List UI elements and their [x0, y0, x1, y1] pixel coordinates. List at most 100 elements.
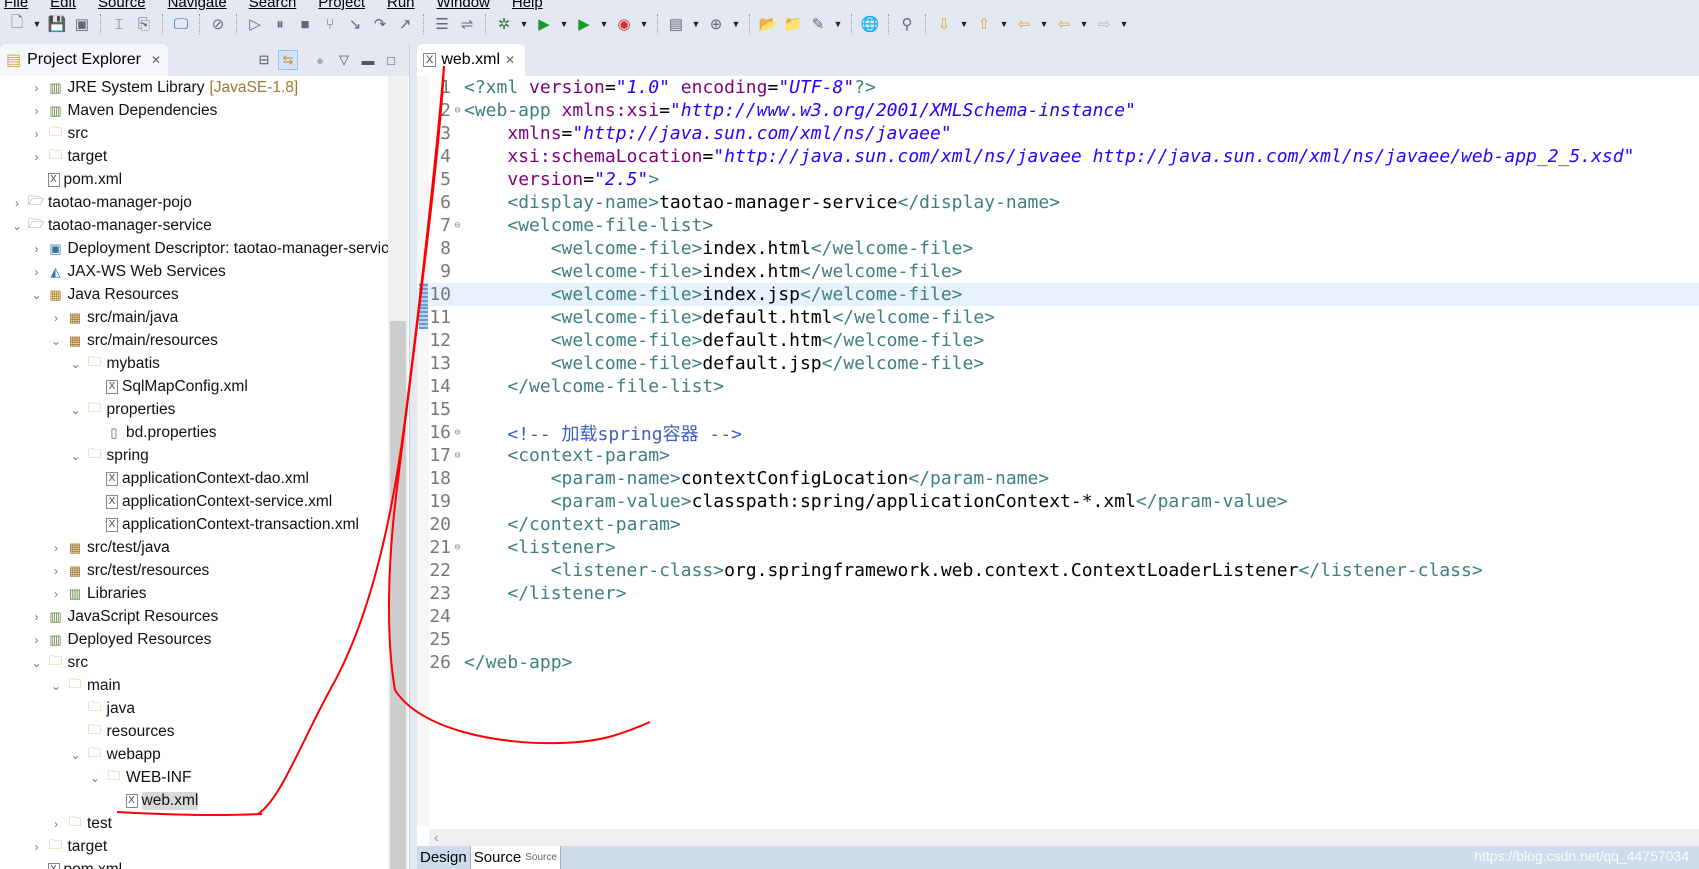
dropdown-arrow-icon[interactable]: ▼	[730, 13, 742, 35]
chevron-down-icon[interactable]: ⌄	[30, 288, 44, 302]
close-tab-icon[interactable]: ✕	[151, 53, 161, 67]
open-project-icon[interactable]: 📁	[782, 13, 804, 35]
dropdown-arrow-icon[interactable]: ▼	[518, 13, 530, 35]
tree-item[interactable]: ⌄ 🗀 spring	[69, 444, 148, 467]
chevron-down-icon[interactable]: ⌄	[69, 403, 83, 417]
open-folder-icon[interactable]: 📂	[757, 13, 779, 35]
code-line[interactable]: 15	[417, 398, 1699, 421]
link-with-editor-icon[interactable]: ⇆	[278, 50, 298, 70]
new-server-icon[interactable]: ▤	[665, 13, 687, 35]
chevron-right-icon[interactable]: ›	[30, 127, 44, 141]
explorer-scrollbar[interactable]	[388, 76, 408, 869]
maximize-icon[interactable]: □	[381, 50, 401, 70]
chevron-down-icon[interactable]: ⌄	[69, 449, 83, 463]
new-icon[interactable]: 🗋	[6, 13, 28, 35]
resume-icon[interactable]: ▷	[244, 13, 266, 35]
chevron-right-icon[interactable]: ›	[30, 81, 44, 95]
tree-item[interactable]: ⌄ 🗀 properties	[69, 398, 175, 421]
tree-item[interactable]: ⌄ ▦ Java Resources	[30, 283, 178, 306]
terminate-icon[interactable]: ■	[294, 13, 316, 35]
chevron-right-icon[interactable]: ›	[49, 587, 63, 601]
prev-annotation-icon[interactable]: ⇧	[973, 13, 995, 35]
code-line[interactable]: 16 ⊖ <!-- 加载spring容器 -->	[417, 421, 1699, 445]
chevron-right-icon[interactable]: ›	[49, 817, 63, 831]
code-line[interactable]: 12 <welcome-file> default.htm </welcome-fi…	[417, 329, 1699, 352]
tree-item[interactable]: ▯ bd.properties	[88, 421, 216, 444]
build-icon[interactable]: ✎	[807, 13, 829, 35]
dropdown-arrow-icon[interactable]: ▼	[690, 13, 702, 35]
tree-item[interactable]: ⌄ 🗀 src	[30, 651, 88, 674]
tree-item[interactable]: › ▣ Deployment Descriptor: taotao-manager-…	[30, 237, 389, 260]
tree-item[interactable]: › ◭ JAX-WS Web Services	[30, 260, 226, 283]
chevron-right-icon[interactable]: ›	[30, 265, 44, 279]
chevron-down-icon[interactable]: ⌄	[10, 219, 24, 233]
code-line[interactable]: 24	[417, 605, 1699, 628]
code-line[interactable]: 3 xmlns = "http://java.sun.com/xml/ns/java…	[417, 122, 1699, 145]
tree-item[interactable]: › 🗀 target	[30, 835, 108, 858]
code-line[interactable]: 25	[417, 628, 1699, 651]
code-line[interactable]: 17 ⊖ <context-param>	[417, 444, 1699, 467]
tree-item[interactable]: XapplicationContext-dao.xml	[88, 467, 309, 490]
tree-item[interactable]: › ▥ Maven Dependencies	[30, 99, 218, 122]
close-tab-icon[interactable]: ✕	[505, 53, 515, 67]
tree-item[interactable]: › 🗀 target	[30, 145, 108, 168]
dropdown-arrow-icon[interactable]: ▼	[1078, 13, 1090, 35]
code-line[interactable]: 2 ⊖ <web-app xmlns:xsi = "http://www.w3.org/…	[417, 99, 1699, 122]
dropdown-arrow-icon[interactable]: ▼	[958, 13, 970, 35]
bottom-tab-source[interactable]: Source Source	[470, 846, 561, 869]
save-all-icon[interactable]: ▣	[71, 13, 93, 35]
open-resource-icon[interactable]: ⎘	[133, 13, 155, 35]
step-into-icon[interactable]: ↘	[344, 13, 366, 35]
forward-icon[interactable]: ⇨	[1093, 13, 1115, 35]
code-line[interactable]: 7 ⊖ <welcome-file-list>	[417, 214, 1699, 237]
fold-toggle-icon[interactable]: ⊖	[451, 427, 464, 438]
dropdown-arrow-icon[interactable]: ▼	[638, 13, 650, 35]
chevron-down-icon[interactable]: ⌄	[49, 679, 63, 693]
code-line[interactable]: 14 </welcome-file-list>	[417, 375, 1699, 398]
code-line[interactable]: 22 <listener-class> org.springframework.w…	[417, 559, 1699, 582]
dropdown-arrow-icon[interactable]: ▼	[558, 13, 570, 35]
code-line[interactable]: 18 <param-name> contextConfigLocation </pa…	[417, 467, 1699, 490]
chevron-right-icon[interactable]: ›	[30, 840, 44, 854]
chevron-right-icon[interactable]: ›	[30, 633, 44, 647]
code-line[interactable]: 9 <welcome-file> index.htm </welcome-file>	[417, 260, 1699, 283]
fold-toggle-icon[interactable]: ⊖	[451, 450, 464, 461]
code-line[interactable]: 19 <param-value> classpath:spring/applica…	[417, 490, 1699, 513]
chevron-down-icon[interactable]: ⌄	[49, 334, 63, 348]
scrollbar-thumb[interactable]	[390, 321, 406, 869]
tree-item[interactable]: › ▦ src/test/resources	[49, 559, 209, 582]
chevron-right-icon[interactable]: ›	[30, 242, 44, 256]
chevron-right-icon[interactable]: ›	[30, 150, 44, 164]
back-icon[interactable]: ⇦	[1053, 13, 1075, 35]
filters-icon[interactable]: ●	[310, 50, 330, 70]
chevron-right-icon[interactable]: ›	[10, 196, 24, 210]
dropdown-arrow-icon[interactable]: ▼	[31, 13, 43, 35]
save-icon[interactable]: 💾	[46, 13, 68, 35]
code-line[interactable]: 26 </web-app>	[417, 651, 1699, 674]
disconnect-icon[interactable]: ⑂	[319, 13, 341, 35]
code-line[interactable]: 5 version = "2.5" >	[417, 168, 1699, 191]
tree-item[interactable]: 🗀 resources	[69, 720, 175, 743]
code-line[interactable]: 1 <?xml version = "1.0" encoding = "UTF-8" ?>	[417, 76, 1699, 99]
scroll-left-icon[interactable]: ‹	[434, 829, 439, 845]
tree-item[interactable]: XapplicationContext-transaction.xml	[88, 513, 359, 536]
tree-item[interactable]: › ▦ src/main/java	[49, 306, 178, 329]
run-icon[interactable]: ▶	[533, 13, 555, 35]
tree-item[interactable]: › ▥ Deployed Resources	[30, 628, 212, 651]
tree-item[interactable]: ⌄ ▦ src/main/resources	[49, 329, 218, 352]
run-external-icon[interactable]: ▶	[573, 13, 595, 35]
tree-item[interactable]: Xpom.xml	[30, 858, 122, 869]
dropdown-arrow-icon[interactable]: ▼	[832, 13, 844, 35]
code-line[interactable]: 6 <display-name> taotao-manager-service </…	[417, 191, 1699, 214]
code-line[interactable]: 23 </listener>	[417, 582, 1699, 605]
tree-item[interactable]: › 🗁 taotao-manager-pojo	[10, 191, 192, 214]
view-menu-icon[interactable]: ▽	[334, 50, 354, 70]
coverage-icon[interactable]: ◉	[613, 13, 635, 35]
chevron-right-icon[interactable]: ›	[49, 541, 63, 555]
tree-item[interactable]: 🗀 java	[69, 697, 135, 720]
chevron-down-icon[interactable]: ⌄	[69, 357, 83, 371]
tree-item[interactable]: ⌄ 🗀 WEB-INF	[88, 766, 191, 789]
chevron-down-icon[interactable]: ⌄	[88, 771, 102, 785]
step-return-icon[interactable]: ↗	[394, 13, 416, 35]
drop-frame-icon[interactable]: ☰	[431, 13, 453, 35]
